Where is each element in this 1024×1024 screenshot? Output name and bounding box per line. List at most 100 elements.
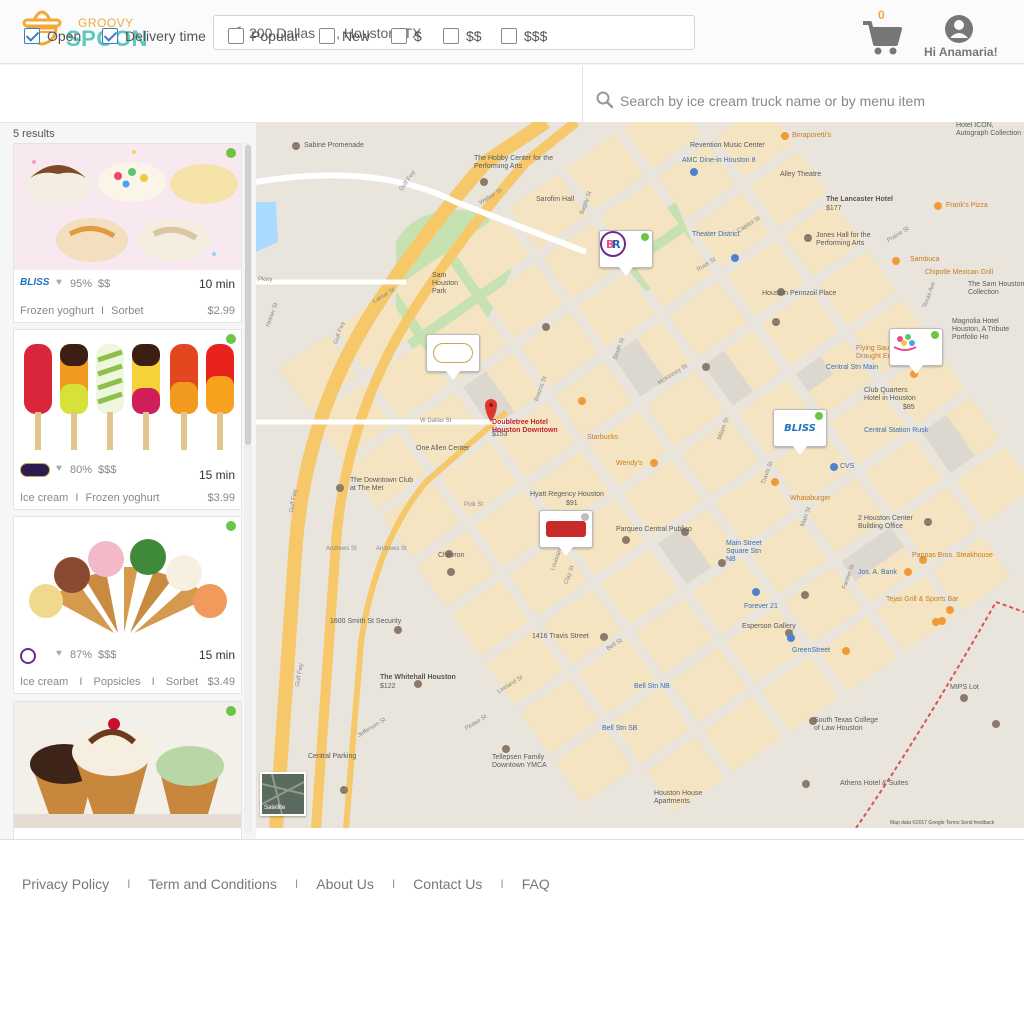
map-label: The Sam Houston Collection — [968, 281, 1024, 296]
map-label: Bell Stn SB — [602, 725, 638, 732]
footer-link-about[interactable]: About Us — [316, 876, 374, 892]
closed-status-dot — [581, 513, 589, 521]
filter-delivery-time[interactable]: Delivery time — [102, 27, 206, 45]
card-tags: Frozen yoghurt I Sorbet $2.99 — [20, 305, 235, 317]
checkbox-popular[interactable] — [228, 28, 244, 44]
search-input[interactable] — [620, 90, 1010, 112]
checkbox-price-3[interactable] — [501, 28, 517, 44]
filter-price-1[interactable]: $ — [391, 27, 422, 45]
truck-pin-haagen-dazs[interactable] — [426, 334, 480, 382]
map-label: 2 Houston Center Building Office — [858, 515, 913, 530]
filter-open[interactable]: Open — [24, 27, 81, 45]
map-label: Athens Hotel & Suites — [840, 780, 909, 787]
map-label: Sambuca — [910, 256, 940, 263]
map-label: Sarofim Hall — [536, 196, 575, 203]
card-meta: ♥ 87% $$$ 15 min — [20, 648, 235, 664]
tag: Sorbet — [111, 305, 144, 317]
checkbox-price-1[interactable] — [391, 28, 407, 44]
map-label: Forever 21 — [744, 603, 778, 610]
filter-divider — [582, 66, 583, 122]
filter-price-2[interactable]: $$ — [443, 27, 482, 45]
map-label: AMC Dine-in Houston 8 — [682, 157, 756, 164]
footer-link-faq[interactable]: FAQ — [522, 876, 550, 892]
map-label: Frank's Pizza — [946, 202, 988, 209]
checkbox-open[interactable] — [24, 28, 40, 44]
footer-separator: I — [391, 877, 396, 891]
street-label: Andrews St — [326, 546, 357, 552]
heart-icon[interactable]: ♥ — [56, 463, 62, 474]
street-label: Polk St — [464, 502, 484, 508]
checkbox-delivery-time[interactable] — [102, 28, 118, 44]
open-status-dot — [226, 521, 236, 531]
heart-icon[interactable]: ♥ — [56, 277, 62, 288]
filter-popular[interactable]: Popular — [228, 27, 299, 45]
open-status-dot — [815, 412, 823, 420]
open-status-dot — [931, 331, 939, 339]
product-image — [14, 702, 241, 828]
map-label: Sam Houston Park — [432, 272, 459, 295]
card-meta: ♥ 80% $$$ 15 min — [20, 463, 235, 482]
footer-link-privacy[interactable]: Privacy Policy — [22, 876, 109, 892]
map-label: South Texas College of Law Houston — [814, 717, 879, 732]
filter-popular-label: Popular — [251, 28, 300, 44]
truck-pin-baskin-robbins[interactable]: B R — [599, 230, 653, 278]
map-label: Pappas Bros. Steakhouse — [912, 552, 993, 559]
rating: 87% — [70, 649, 93, 661]
result-card[interactable]: ♥ 87% $$$ 15 min Ice cream I Popsicles I… — [13, 516, 242, 694]
tag: Frozen yoghurt — [20, 305, 94, 317]
divider — [0, 839, 1024, 840]
checkbox-price-2[interactable] — [443, 28, 459, 44]
footer-link-terms[interactable]: Term and Conditions — [148, 876, 276, 892]
product-image — [14, 330, 241, 456]
shopping-cart-icon[interactable] — [860, 14, 904, 58]
map-label: Starbucks — [587, 434, 619, 441]
map-label: Houston House Apartments — [654, 790, 703, 805]
filter-price-1-label: $ — [414, 28, 422, 44]
price-level: $$ — [98, 278, 111, 290]
map-label: Hyatt Regency Houston — [530, 491, 604, 498]
map-label: Chipotle Mexican Grill — [925, 269, 994, 276]
results-scrollbar-thumb[interactable] — [245, 145, 251, 445]
truck-pin-bliss[interactable]: BLISS — [773, 409, 827, 457]
map-label: Parqueo Central Publico — [616, 526, 692, 533]
filter-open-label: Open — [47, 28, 82, 44]
pin-tail — [619, 267, 633, 276]
ice-cream-logo-icon — [546, 521, 586, 537]
result-card[interactable]: ♥ 80% $$$ 15 min Ice cream I Frozen yogh… — [13, 329, 242, 510]
truck-pin-confetti[interactable] — [889, 328, 943, 376]
map-label: $177 — [826, 205, 842, 212]
open-status-dot — [641, 233, 649, 241]
map-label: Tejas Grill & Sports Bar — [886, 596, 959, 603]
heart-icon[interactable]: ♥ — [56, 648, 62, 659]
footer-separator: I — [127, 877, 131, 891]
product-image — [14, 517, 241, 643]
tag: Popsicles — [93, 676, 141, 688]
search-icon — [596, 91, 614, 109]
map-label: Wendy's — [616, 460, 643, 467]
tag: Frozen yoghurt — [85, 492, 160, 504]
map-label: Hotel ICON, Autograph Collection — [956, 122, 1021, 137]
result-card[interactable]: BLISS ♥ 95% $$ 10 min Frozen yoghurt I S… — [13, 143, 242, 323]
brand-logo-bliss: BLISS — [20, 277, 50, 288]
user-avatar-icon[interactable] — [944, 14, 974, 44]
card-price: $3.99 — [207, 492, 235, 504]
pin-tail — [793, 446, 807, 455]
truck-pin-ice-cream[interactable] — [539, 510, 593, 558]
filter-new[interactable]: New — [319, 27, 370, 45]
open-status-dot — [226, 706, 236, 716]
checkbox-new[interactable] — [319, 28, 335, 44]
result-card[interactable] — [13, 701, 242, 840]
map-label: Houston Pennzoil Place — [762, 290, 837, 297]
footer-link-contact[interactable]: Contact Us — [413, 876, 482, 892]
map[interactable]: Sabine Promenade The Hobby Center for th… — [256, 122, 1024, 828]
user-greeting[interactable]: Hi Anamaria! — [924, 45, 998, 59]
map-label: Alley Theatre — [780, 171, 822, 178]
card-meta: BLISS ♥ 95% $$ 10 min — [20, 277, 235, 293]
street-label: W Dallas St — [420, 418, 452, 424]
filter-price-3[interactable]: $$$ — [501, 27, 547, 45]
delivery-eta: 10 min — [198, 277, 235, 291]
map-label: The Lancaster Hotel — [826, 196, 893, 203]
card-tags: Ice cream I Frozen yoghurt $3.99 — [20, 492, 235, 504]
satellite-label: Satellite — [264, 805, 286, 811]
map-label: The Whitehall Houston — [380, 674, 456, 681]
